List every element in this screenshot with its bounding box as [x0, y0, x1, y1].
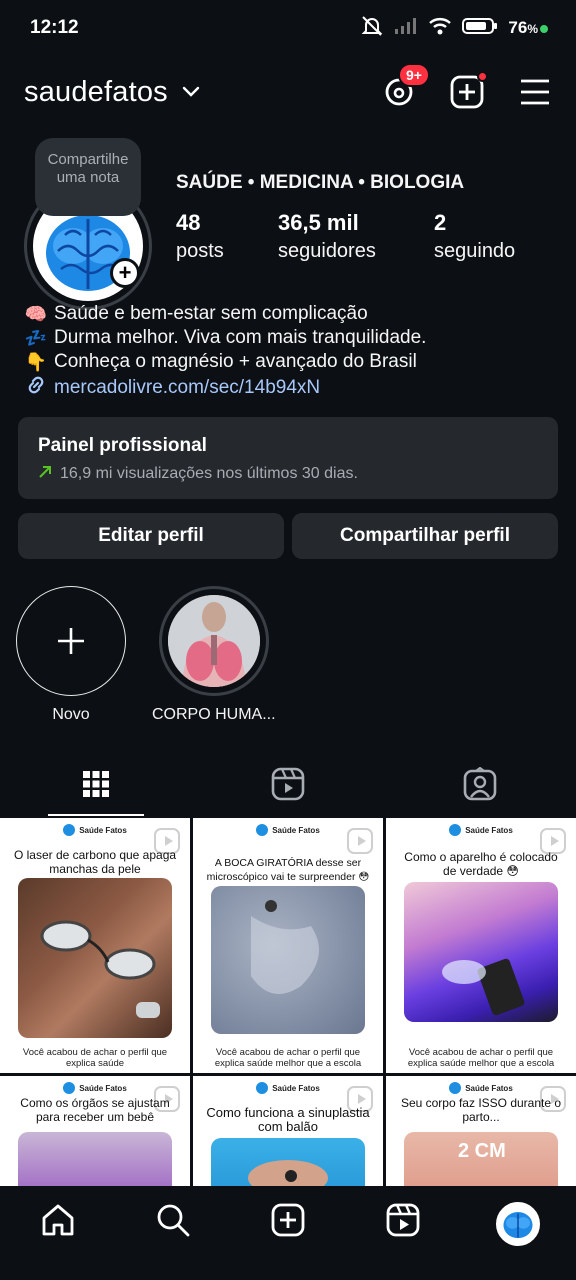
signal-icon: [394, 17, 418, 40]
profile-bio: 🧠 Saúde e bem-estar sem complicação 💤 Durm…: [24, 302, 427, 402]
notification-badge: 9+: [398, 63, 430, 87]
post-caption: Você acabou de achar o perfil que explic…: [22, 1047, 168, 1069]
reels-icon: [271, 767, 305, 801]
profile-categories: SAÚDE • MEDICINA • BIOLOGIA: [176, 172, 465, 193]
highlight-corpo-humano[interactable]: CORPO HUMA...: [152, 586, 276, 724]
hamburger-menu-icon: [521, 79, 549, 105]
tab-posts-grid[interactable]: [0, 752, 192, 816]
profile-avatar-small: [496, 1202, 541, 1246]
post-headline: O laser de carbono que apaga manchas da …: [13, 848, 177, 876]
post-headline: Como funciona a sinuplastia com balão: [206, 1105, 370, 1134]
link-icon: [24, 374, 48, 402]
share-profile-button[interactable]: Compartilhar perfil: [292, 513, 558, 559]
nav-create[interactable]: [230, 1202, 345, 1238]
battery-icon: [462, 17, 498, 40]
tagged-person-icon: [463, 767, 497, 801]
panel-subtitle: 16,9 mi visualizações nos últimos 30 dia…: [38, 463, 538, 484]
post-headline: Como o aparelho é colocado de verdade 😳: [404, 850, 558, 878]
post-image: [211, 886, 365, 1034]
highlight-label: Novo: [52, 706, 90, 723]
highlight-label: CORPO HUMA...: [152, 706, 276, 723]
bio-line: 💤 Durma melhor. Viva com mais tranquilida…: [24, 327, 427, 348]
chevron-down-icon[interactable]: [182, 85, 200, 103]
new-dot: [477, 71, 488, 82]
share-note-bubble[interactable]: Compartilhe uma nota: [35, 138, 141, 216]
post-headline: A BOCA GIRATÓRIA desse ser microscópico …: [206, 857, 370, 883]
nav-profile[interactable]: [461, 1202, 576, 1246]
post-caption: Você acabou de achar o perfil que explic…: [214, 1047, 362, 1069]
post-thumbnail[interactable]: Saúde Fatos O laser de carbono que apaga…: [0, 818, 190, 1073]
username[interactable]: saudefatos: [24, 76, 168, 109]
note-text: Compartilhe uma nota: [47, 151, 129, 186]
highlight-new[interactable]: Novo: [16, 586, 126, 724]
battery-level: 76%: [508, 18, 548, 38]
post-headline: Como os órgãos se ajustam para receber u…: [20, 1096, 170, 1124]
search-icon: [157, 1204, 190, 1237]
bio-line: 🧠 Saúde e bem-estar sem complicação: [24, 303, 368, 324]
post-image: [404, 882, 558, 1022]
sleep-emoji-icon: 💤: [24, 328, 48, 348]
add-story-plus-icon[interactable]: +: [110, 258, 140, 288]
bio-line: 👇 Conheça o magnésio + avançado do Brasil: [24, 351, 417, 372]
post-image: [18, 878, 172, 1038]
tab-reels[interactable]: [192, 752, 384, 816]
profile-stats: 48 posts 36,5 mil seguidores 2 seguindo: [176, 210, 515, 266]
home-icon: [42, 1204, 73, 1236]
post-overlay-text: 2 CM: [458, 1140, 506, 1162]
bio-link[interactable]: mercadolivre.com/sec/14b94xN: [24, 374, 426, 402]
highlight-cover-image: [167, 595, 260, 687]
post-thumbnail[interactable]: Saúde Fatos Como o aparelho é colocado d…: [386, 818, 576, 1073]
post-headline: Seu corpo faz ISSO durante o parto...: [400, 1096, 562, 1124]
content-tabs: [0, 752, 576, 816]
trend-up-icon: [38, 463, 52, 484]
pointing-down-emoji-icon: 👇: [24, 352, 48, 372]
professional-dashboard[interactable]: Painel profissional 16,9 mi visualizaçõe…: [18, 417, 558, 499]
panel-title: Painel profissional: [38, 435, 207, 456]
nav-reels[interactable]: [346, 1202, 461, 1238]
status-icons: 76%: [360, 15, 548, 42]
reels-icon: [386, 1203, 420, 1237]
grid-icon: [83, 771, 109, 797]
reel-indicator-icon: [347, 828, 373, 854]
menu-button[interactable]: [518, 75, 552, 109]
threads-button[interactable]: 9+: [382, 63, 430, 109]
nav-home[interactable]: [0, 1202, 115, 1238]
nav-search[interactable]: [115, 1202, 230, 1238]
bottom-navigation: [0, 1186, 576, 1280]
status-time: 12:12: [30, 17, 79, 38]
add-square-icon: [271, 1203, 305, 1237]
stat-followers[interactable]: 36,5 mil seguidores: [278, 210, 434, 266]
stat-posts[interactable]: 48 posts: [176, 210, 278, 266]
post-caption: Você acabou de achar o perfil que explic…: [407, 1047, 555, 1069]
edit-profile-button[interactable]: Editar perfil: [18, 513, 284, 559]
wifi-icon: [428, 17, 452, 40]
create-button[interactable]: [450, 71, 488, 109]
profile-header: saudefatos 9+: [0, 62, 576, 122]
silent-mode-icon: [360, 15, 384, 42]
tab-tagged[interactable]: [384, 752, 576, 816]
brain-emoji-icon: 🧠: [24, 304, 48, 324]
status-bar: 12:12 76%: [0, 0, 576, 56]
stat-following[interactable]: 2 seguindo: [434, 210, 515, 266]
post-thumbnail[interactable]: Saúde Fatos A BOCA GIRATÓRIA desse ser m…: [193, 818, 383, 1073]
plus-icon: [58, 628, 84, 654]
